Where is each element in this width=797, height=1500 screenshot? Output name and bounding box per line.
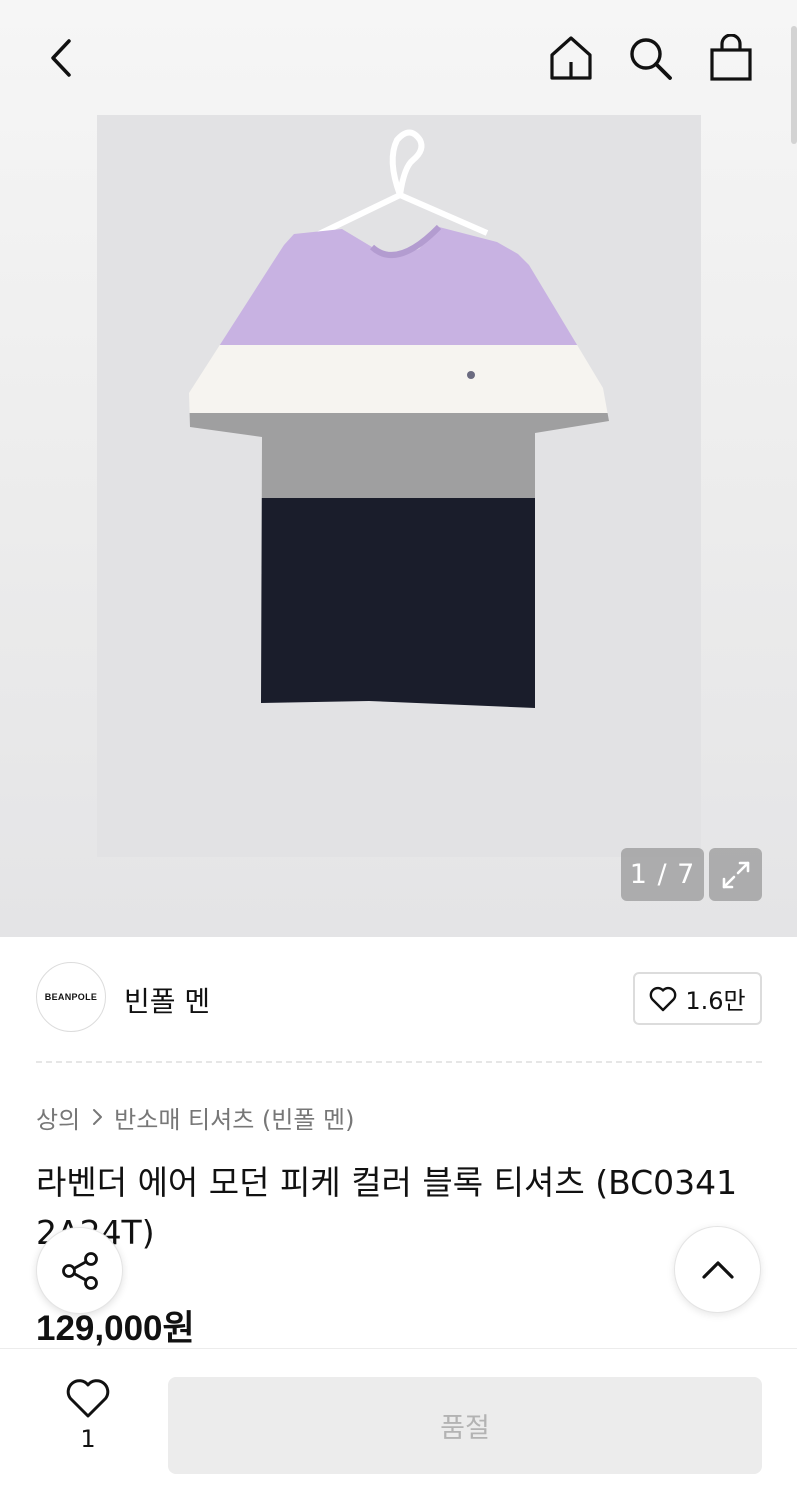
wish-count: 1 bbox=[80, 1425, 96, 1453]
breadcrumb: 상의 반소매 티셔츠 (빈폴 멘) bbox=[36, 1100, 355, 1134]
brand-like-button[interactable]: 1.6만 bbox=[633, 972, 762, 1025]
chevron-left-icon bbox=[51, 39, 71, 77]
brand-name[interactable]: 빈폴 멘 bbox=[124, 980, 210, 1020]
scroll-top-button[interactable] bbox=[674, 1226, 761, 1313]
chevron-up-icon bbox=[701, 1260, 734, 1279]
home-button[interactable] bbox=[543, 30, 599, 86]
expand-icon bbox=[722, 861, 749, 888]
sold-out-button[interactable]: 품절 bbox=[168, 1377, 762, 1474]
bottom-action-bar: 1 품절 bbox=[0, 1348, 797, 1500]
scrollbar-thumb[interactable] bbox=[791, 26, 797, 144]
home-icon bbox=[550, 36, 592, 80]
striped-tshirt-image bbox=[189, 129, 609, 708]
share-button[interactable] bbox=[36, 1227, 123, 1314]
product-image[interactable] bbox=[97, 115, 701, 857]
chevron-right-icon bbox=[90, 1107, 104, 1127]
brand-like-count: 1.6만 bbox=[685, 987, 746, 1015]
wish-button[interactable]: 1 bbox=[48, 1379, 128, 1474]
brand-logo[interactable]: BEANPOLE bbox=[36, 962, 106, 1032]
breadcrumb-level1[interactable]: 상의 bbox=[36, 1100, 80, 1135]
heart-icon bbox=[650, 986, 677, 1011]
breadcrumb-level2[interactable]: 반소매 티셔츠 (빈폴 멘) bbox=[114, 1100, 354, 1135]
search-icon bbox=[630, 38, 672, 80]
product-gallery: 1 / 7 bbox=[0, 0, 797, 937]
share-icon bbox=[61, 1251, 98, 1290]
product-title: 라벤더 에어 모던 피케 컬러 블록 티셔츠 (BC03412A24T) bbox=[36, 1163, 738, 1252]
back-button[interactable] bbox=[34, 30, 90, 86]
search-button[interactable] bbox=[622, 30, 678, 86]
image-counter: 1 / 7 bbox=[621, 848, 704, 901]
heart-icon bbox=[66, 1379, 110, 1418]
shopping-bag-icon bbox=[710, 34, 752, 81]
divider bbox=[36, 1061, 762, 1063]
expand-image-button[interactable] bbox=[709, 848, 762, 901]
shopping-bag-button[interactable] bbox=[703, 30, 759, 86]
top-bar bbox=[0, 0, 797, 116]
brand-row: BEANPOLE 빈폴 멘 1.6만 bbox=[36, 962, 762, 1034]
brand-logo-text: BEANPOLE bbox=[44, 992, 98, 1002]
